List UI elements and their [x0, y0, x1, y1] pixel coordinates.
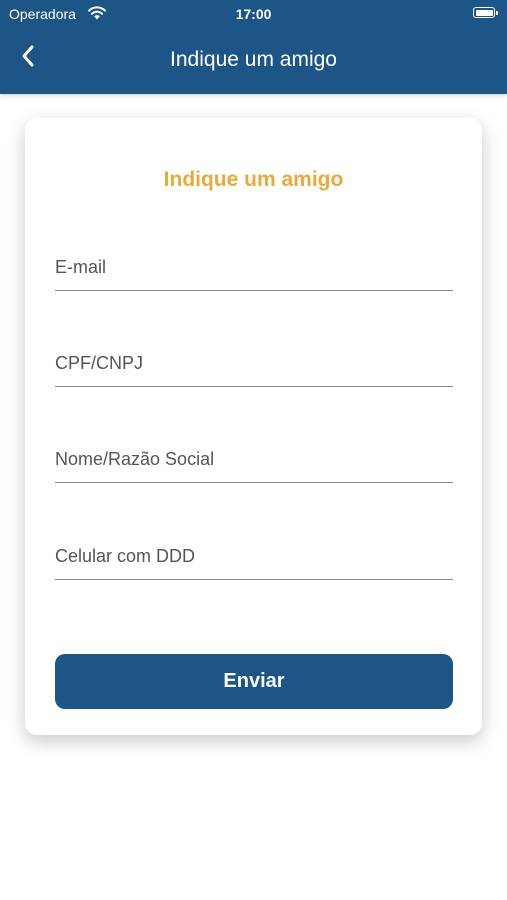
app-header: Operadora 17:00 Indique um amigo	[0, 0, 507, 94]
battery-icon	[473, 7, 498, 18]
cpf-cnpj-field[interactable]	[55, 341, 453, 387]
form-title: Indique um amigo	[163, 168, 344, 191]
navigation-bar: Indique um amigo	[0, 28, 507, 94]
status-bar: Operadora 17:00	[0, 0, 507, 28]
referral-form-card: Indique um amigo Enviar	[25, 118, 482, 735]
status-time: 17:00	[235, 6, 272, 22]
phone-field[interactable]	[55, 534, 453, 580]
page-title: Indique um amigo	[170, 48, 337, 71]
email-field[interactable]	[55, 245, 453, 291]
name-field[interactable]	[55, 437, 453, 483]
submit-button[interactable]: Enviar	[55, 654, 453, 709]
